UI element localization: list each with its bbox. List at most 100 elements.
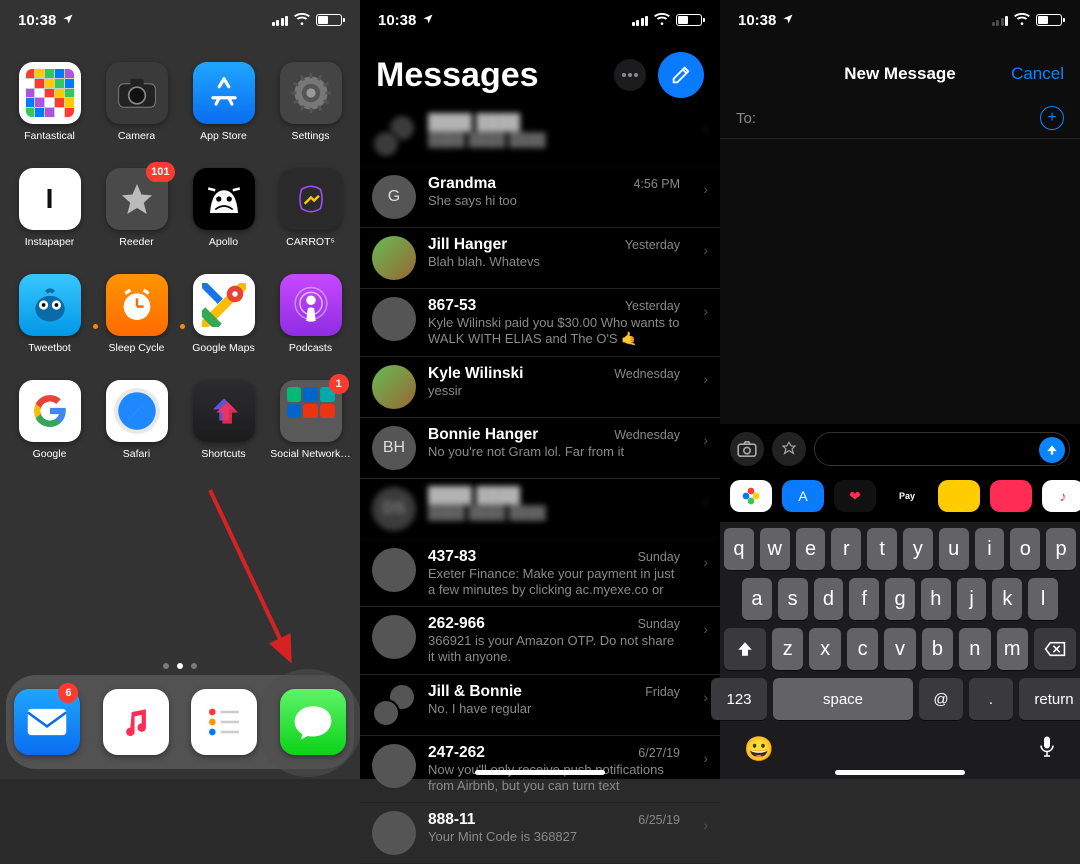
app-reeder[interactable]: 101Reeder [97, 168, 177, 248]
conversation-row[interactable]: Jill HangerYesterdayBlah blah. Whatevs› [360, 228, 720, 289]
app-strip[interactable]: A ❤ Pay ♪ [720, 474, 1080, 522]
memoji-overlay[interactable] [936, 516, 1016, 522]
conversation-preview: 366921 is your Amazon OTP. Do not share … [428, 633, 680, 666]
return-key[interactable]: return [1019, 678, 1080, 720]
key-q[interactable]: q [724, 528, 754, 570]
period-key[interactable]: . [969, 678, 1013, 720]
key-w[interactable]: w [760, 528, 790, 570]
app-social-network-[interactable]: 1Social Network… [271, 380, 351, 460]
key-j[interactable]: j [957, 578, 987, 620]
key-m[interactable]: m [997, 628, 1028, 670]
app-instapaper[interactable]: IInstapaper [10, 168, 90, 248]
app-carrot-[interactable]: CARROT⁵ [271, 168, 351, 248]
send-button[interactable] [1039, 437, 1065, 463]
key-a[interactable]: a [742, 578, 772, 620]
app-grid: FantasticalCameraApp StoreSettings IInsta… [0, 40, 360, 460]
key-l[interactable]: l [1028, 578, 1058, 620]
conversation-row[interactable]: 437-83SundayExeter Finance: Make your pa… [360, 540, 720, 608]
applepay-app-icon[interactable]: Pay [886, 480, 928, 512]
app-reminders[interactable]: Reminders [191, 689, 257, 755]
app-settings[interactable]: Settings [271, 62, 351, 142]
dock: 6Mail Music Reminders Messages [6, 675, 354, 769]
conversation-row[interactable]: 888-116/25/19Your Mint Code is 368827› [360, 803, 720, 864]
to-field[interactable]: To: + [720, 98, 1080, 139]
key-x[interactable]: x [809, 628, 840, 670]
battery-icon [316, 14, 342, 26]
app-mail[interactable]: 6Mail [14, 689, 80, 755]
key-f[interactable]: f [849, 578, 879, 620]
key-g[interactable]: g [885, 578, 915, 620]
conversation-row[interactable]: 262-966Sunday366921 is your Amazon OTP. … [360, 607, 720, 675]
conversation-row[interactable]: 867-53YesterdayKyle Wilinski paid you $3… [360, 289, 720, 357]
key-d[interactable]: d [814, 578, 844, 620]
app-camera[interactable]: Camera [97, 62, 177, 142]
conversation-name: Bonnie Hanger [428, 426, 538, 444]
app-icon [19, 274, 81, 336]
appstore-icon[interactable] [772, 432, 806, 466]
conversation-row[interactable]: GGrandma4:56 PMShe says hi too› [360, 167, 720, 228]
home-indicator[interactable] [475, 770, 605, 775]
numbers-key[interactable]: 123 [711, 678, 767, 720]
compose-button[interactable] [658, 52, 704, 98]
shift-key[interactable] [724, 628, 766, 670]
app-safari[interactable]: Safari [97, 380, 177, 460]
key-u[interactable]: u [939, 528, 969, 570]
app-messages[interactable]: Messages [280, 689, 346, 755]
app-sleep-cycle[interactable]: Sleep Cycle [97, 274, 177, 354]
conversation-name: ████ ████ [428, 487, 520, 505]
app-google-maps[interactable]: Google Maps [184, 274, 264, 354]
key-y[interactable]: y [903, 528, 933, 570]
conversation-row[interactable]: BHBonnie HangerWednesdayNo you're not Gr… [360, 418, 720, 479]
space-key[interactable]: space [773, 678, 913, 720]
app-google[interactable]: Google [10, 380, 90, 460]
emoji-key[interactable]: 😀 [744, 735, 774, 764]
conversation-row[interactable]: ████ ████████ ████ ████› [360, 106, 720, 167]
more-button[interactable] [614, 59, 646, 91]
conversation-list: ████ ████████ ████ ████›GGrandma4:56 PMS… [360, 106, 720, 864]
key-e[interactable]: e [796, 528, 826, 570]
message-input[interactable] [814, 432, 1070, 466]
key-i[interactable]: i [975, 528, 1005, 570]
memoji-app-icon[interactable] [938, 480, 980, 512]
chevron-right-icon: › [703, 432, 708, 448]
key-t[interactable]: t [867, 528, 897, 570]
chevron-right-icon: › [703, 371, 708, 387]
conversation-row[interactable]: Jill & BonnieFridayNo. I have regular› [360, 675, 720, 736]
app-music[interactable]: Music [103, 689, 169, 755]
conversation-row[interactable]: Kyle WilinskiWednesdayyessir› [360, 357, 720, 418]
key-z[interactable]: z [772, 628, 803, 670]
key-c[interactable]: c [847, 628, 878, 670]
home-indicator[interactable] [835, 770, 965, 775]
key-s[interactable]: s [778, 578, 808, 620]
delete-key[interactable] [1034, 628, 1076, 670]
app-shortcuts[interactable]: Shortcuts [184, 380, 264, 460]
at-key[interactable]: @ [919, 678, 963, 720]
photos-app-icon[interactable] [730, 480, 772, 512]
avatar [372, 114, 416, 158]
key-b[interactable]: b [922, 628, 953, 670]
cancel-button[interactable]: Cancel [1011, 64, 1064, 84]
key-k[interactable]: k [992, 578, 1022, 620]
key-v[interactable]: v [884, 628, 915, 670]
app-app-store[interactable]: App Store [184, 62, 264, 142]
key-p[interactable]: p [1046, 528, 1076, 570]
key-h[interactable]: h [921, 578, 951, 620]
arrow-to-messages [200, 480, 320, 685]
key-n[interactable]: n [959, 628, 990, 670]
add-recipient-button[interactable]: + [1040, 106, 1064, 130]
app-icon [280, 168, 342, 230]
app-tweetbot[interactable]: Tweetbot [10, 274, 90, 354]
music-app-icon[interactable]: ♪ [1042, 480, 1080, 512]
digitaltouch-app-icon[interactable]: ❤ [834, 480, 876, 512]
key-o[interactable]: o [1010, 528, 1040, 570]
app-apollo[interactable]: Apollo [184, 168, 264, 248]
conversation-row[interactable]: DS████ ████████ ████ ████› [360, 479, 720, 540]
wifi-icon [294, 12, 310, 29]
key-r[interactable]: r [831, 528, 861, 570]
app-icon[interactable] [990, 480, 1032, 512]
mic-key[interactable] [1038, 734, 1056, 765]
camera-icon[interactable] [730, 432, 764, 466]
app-podcasts[interactable]: Podcasts [271, 274, 351, 354]
app-fantastical[interactable]: Fantastical [10, 62, 90, 142]
appstore-app-icon[interactable]: A [782, 480, 824, 512]
